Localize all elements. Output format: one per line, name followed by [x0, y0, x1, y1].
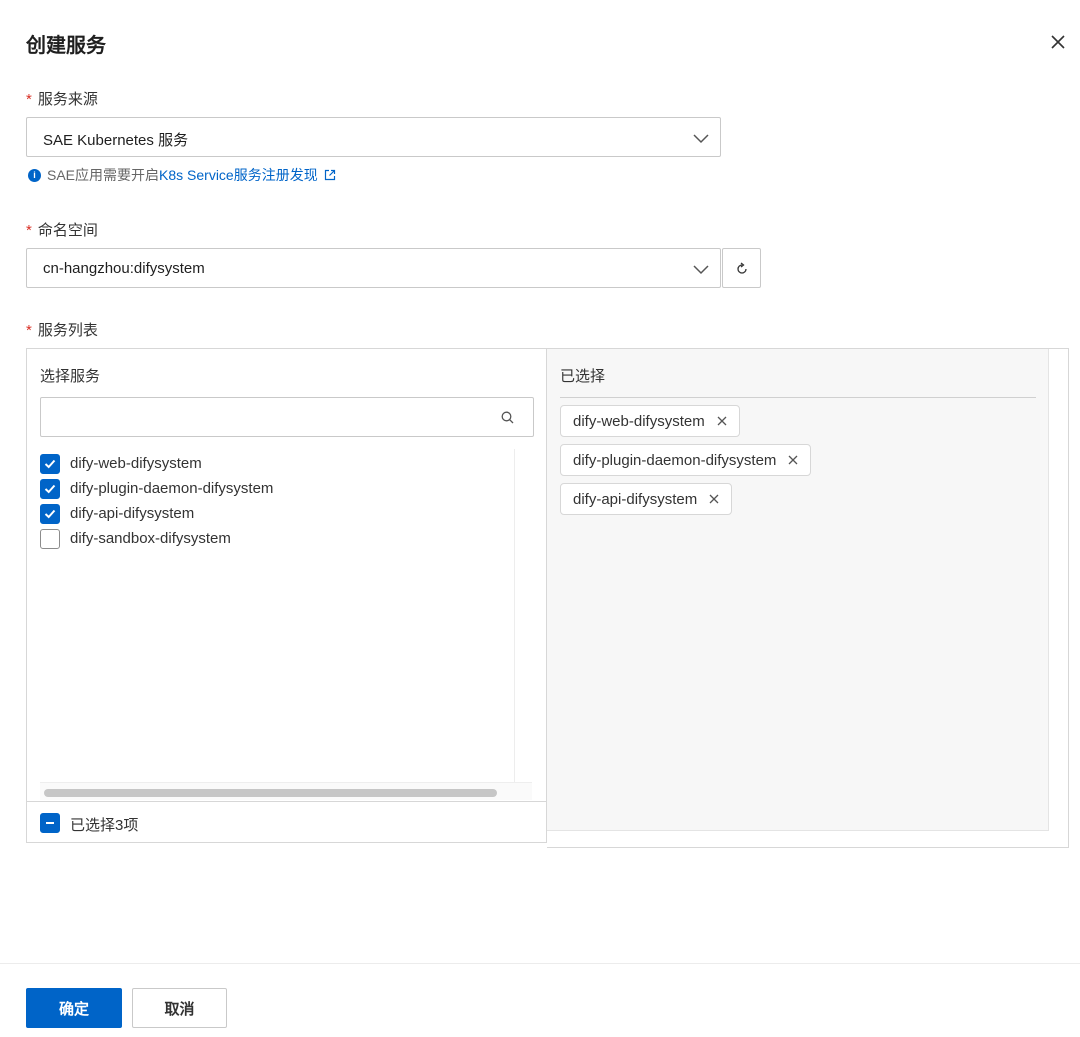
selected-tag: dify-api-difysystem — [560, 483, 733, 515]
chevron-down-icon — [693, 134, 709, 144]
list-item[interactable]: dify-plugin-daemon-difysystem — [40, 476, 273, 501]
service-source-value: SAE Kubernetes 服务 — [43, 132, 189, 149]
selected-area: 已选择 dify-web-difysystem dify-plugin-daem… — [547, 349, 1049, 831]
service-transfer: 选择服务 dify-web-difysystem dify-plugin-dae… — [26, 348, 1069, 848]
checkbox[interactable] — [40, 478, 60, 499]
required-mark: * — [26, 322, 32, 339]
remove-tag-icon[interactable] — [717, 416, 727, 426]
search-input[interactable] — [40, 397, 534, 437]
namespace-value: cn-hangzhou:difysystem — [43, 260, 205, 277]
k8s-service-discovery-link[interactable]: K8s Service服务注册发现 — [159, 165, 318, 185]
service-source-hint: i SAE应用需要开启 K8s Service服务注册发现 — [28, 165, 336, 185]
transfer-target-panel: 已选择 dify-web-difysystem dify-plugin-daem… — [547, 348, 1069, 848]
namespace-label: * 命名空间 — [26, 222, 98, 239]
checkbox[interactable] — [40, 503, 60, 524]
refresh-button[interactable] — [722, 248, 761, 288]
search-icon — [501, 411, 514, 424]
chevron-down-icon — [693, 265, 709, 275]
vertical-scrollbar[interactable] — [514, 449, 533, 784]
hint-text: SAE应用需要开启 — [47, 167, 160, 183]
checkbox[interactable] — [40, 528, 60, 549]
remove-tag-icon[interactable] — [709, 494, 719, 504]
close-icon[interactable] — [1046, 30, 1070, 54]
divider — [560, 397, 1036, 398]
footer-divider — [0, 963, 1080, 964]
info-icon: i — [28, 168, 41, 182]
service-source-label: * 服务来源 — [26, 91, 98, 108]
selected-tag: dify-web-difysystem — [560, 405, 740, 437]
namespace-select[interactable]: cn-hangzhou:difysystem — [26, 248, 721, 288]
refresh-icon — [737, 262, 747, 274]
required-mark: * — [26, 91, 32, 108]
source-panel-footer: 已选择3项 — [27, 801, 546, 843]
select-all-checkbox[interactable] — [40, 813, 60, 833]
confirm-button[interactable]: 确定 — [26, 988, 122, 1028]
external-link-icon[interactable] — [324, 169, 336, 181]
service-checklist: dify-web-difysystem dify-plugin-daemon-d… — [40, 449, 530, 784]
create-service-dialog: 创建服务 * 服务来源 SAE Kubernetes 服务 i SAE应用需要开启… — [0, 0, 1080, 1037]
transfer-source-panel: 选择服务 dify-web-difysystem dify-plugin-dae… — [26, 348, 547, 843]
checkbox[interactable] — [40, 453, 60, 474]
selected-count: 已选择3项 — [70, 817, 139, 834]
service-list-label: * 服务列表 — [26, 322, 98, 339]
target-panel-title: 已选择 — [560, 368, 606, 385]
remove-tag-icon[interactable] — [788, 455, 798, 465]
dialog-title: 创建服务 — [26, 35, 106, 57]
list-item[interactable]: dify-web-difysystem — [40, 451, 202, 476]
cancel-button[interactable]: 取消 — [132, 988, 227, 1028]
selected-tag: dify-plugin-daemon-difysystem — [560, 444, 812, 476]
list-item[interactable]: dify-sandbox-difysystem — [40, 526, 231, 551]
source-panel-title: 选择服务 — [40, 368, 101, 385]
horizontal-scrollbar-thumb[interactable] — [44, 789, 497, 797]
horizontal-scrollbar[interactable] — [40, 782, 532, 800]
service-source-select[interactable]: SAE Kubernetes 服务 — [26, 117, 721, 157]
required-mark: * — [26, 222, 32, 239]
list-item[interactable]: dify-api-difysystem — [40, 501, 194, 526]
